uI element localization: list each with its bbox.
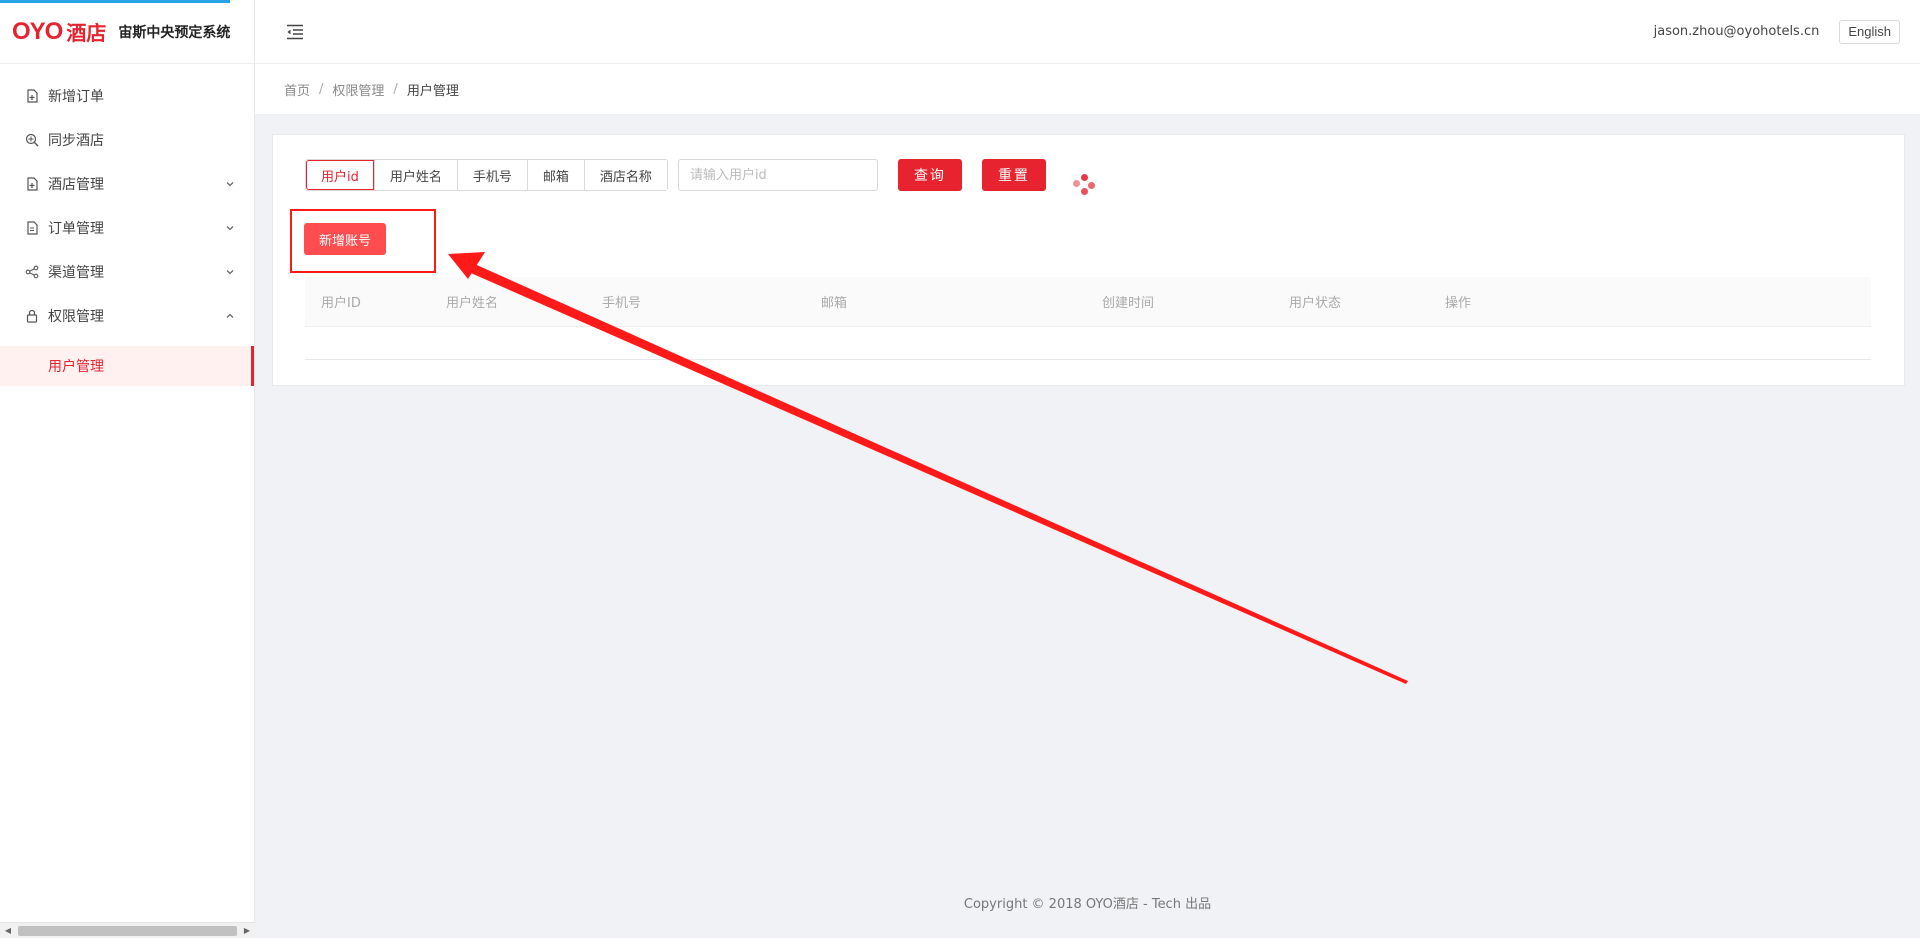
column-header-created-time: 创建时间 [1102,296,1155,311]
breadcrumb-separator: / [319,81,324,97]
chevron-down-icon [224,178,236,190]
sidebar-item-label: 新增订单 [48,89,104,105]
query-button[interactable]: 查询 [897,159,962,191]
sidebar-menu: 新增订单 同步酒店 酒店管理 订单管理 渠道管理 权限管理 用户管理 [0,74,254,386]
footer: Copyright © 2018 OYO酒店 - Tech 出品 [963,897,1212,912]
oyo-logo[interactable]: OYO 酒店 [12,17,106,46]
scroll-left-arrow-icon[interactable]: ◀ [0,923,16,938]
chevron-down-icon [224,222,236,234]
sidebar-horizontal-scrollbar[interactable]: ◀ ▶ [0,922,255,938]
page: OYO 酒店 宙斯中央预定系统 新增订单 同步酒店 酒店管理 订单管理 渠道管理… [0,0,1920,938]
breadcrumb-home[interactable]: 首页 [284,80,310,99]
sidebar-item-new-order[interactable]: 新增订单 [0,74,254,118]
filter-row: 用户id 用户姓名 手机号 邮箱 酒店名称 查询 重置 [305,159,1046,191]
lock-icon [24,308,40,324]
sidebar-item-label: 渠道管理 [48,265,104,281]
chevron-down-icon [224,266,236,278]
sidebar-item-label: 权限管理 [48,309,104,325]
segment-user-id[interactable]: 用户id [306,160,375,190]
annotation-highlight-box: 新增账号 [290,209,436,273]
add-account-button[interactable]: 新增账号 [304,223,387,255]
table-body-empty [305,327,1871,360]
column-header-phone: 手机号 [602,296,642,311]
reset-button[interactable]: 重置 [981,159,1046,191]
segment-user-name[interactable]: 用户姓名 [374,160,458,190]
scroll-right-arrow-icon[interactable]: ▶ [239,923,255,938]
sidebar-item-label: 酒店管理 [48,177,104,193]
sidebar-item-order-management[interactable]: 订单管理 [0,206,254,250]
column-header-actions: 操作 [1445,296,1472,311]
breadcrumb-separator: / [393,81,398,97]
segment-hotel-name[interactable]: 酒店名称 [584,160,667,190]
sidebar-item-label: 同步酒店 [48,133,104,149]
sidebar-item-sync-hotel[interactable]: 同步酒店 [0,118,254,162]
column-header-user-id: 用户ID [321,296,361,311]
logo-cn-text: 酒店 [66,21,107,45]
share-icon [24,264,40,280]
sidebar-item-channel-management[interactable]: 渠道管理 [0,250,254,294]
segment-email[interactable]: 邮箱 [527,160,585,190]
system-title: 宙斯中央预定系统 [118,24,231,41]
sync-search-icon [24,132,40,148]
sidebar-item-hotel-management[interactable]: 酒店管理 [0,162,254,206]
logo-text: OYO [12,17,63,45]
file-icon [24,176,40,192]
loading-progress-bar [0,0,230,3]
breadcrumb-permission[interactable]: 权限管理 [332,80,384,99]
language-switch-button[interactable]: English [1839,19,1900,44]
user-table: 用户ID 用户姓名 手机号 邮箱 创建时间 用户状态 操作 [305,277,1871,360]
segment-phone[interactable]: 手机号 [457,160,528,190]
menu-fold-icon[interactable] [280,17,310,47]
chevron-up-icon [224,310,236,322]
table-header: 用户ID 用户姓名 手机号 邮箱 创建时间 用户状态 操作 [305,277,1871,327]
breadcrumb: 首页 / 权限管理 / 用户管理 [255,64,1920,114]
loading-spinner-icon [1073,174,1095,196]
user-email[interactable]: jason.zhou@oyohotels.cn [1654,24,1820,39]
breadcrumb-current: 用户管理 [406,83,459,99]
header-right: jason.zhou@oyohotels.cn English [1654,19,1900,44]
top-header: jason.zhou@oyohotels.cn English [255,0,1920,64]
file-text-icon [24,220,40,236]
sidebar-item-permission-management[interactable]: 权限管理 [0,294,254,338]
column-header-email: 邮箱 [821,296,848,311]
brand: OYO 酒店 宙斯中央预定系统 [0,0,254,64]
column-header-user-name: 用户姓名 [446,296,499,311]
scrollbar-thumb[interactable] [18,925,237,936]
search-input[interactable] [677,159,878,191]
sidebar-item-label: 订单管理 [48,221,104,237]
search-field-selector: 用户id 用户姓名 手机号 邮箱 酒店名称 [305,159,668,191]
user-management-card: 用户id 用户姓名 手机号 邮箱 酒店名称 查询 重置 新增账号 用户ID 用户… [272,134,1905,386]
sidebar-subitem-user-management[interactable]: 用户管理 [0,346,254,386]
sidebar: OYO 酒店 宙斯中央预定系统 新增订单 同步酒店 酒店管理 订单管理 渠道管理… [0,0,255,938]
column-header-user-status: 用户状态 [1289,296,1342,311]
file-add-icon [24,88,40,104]
